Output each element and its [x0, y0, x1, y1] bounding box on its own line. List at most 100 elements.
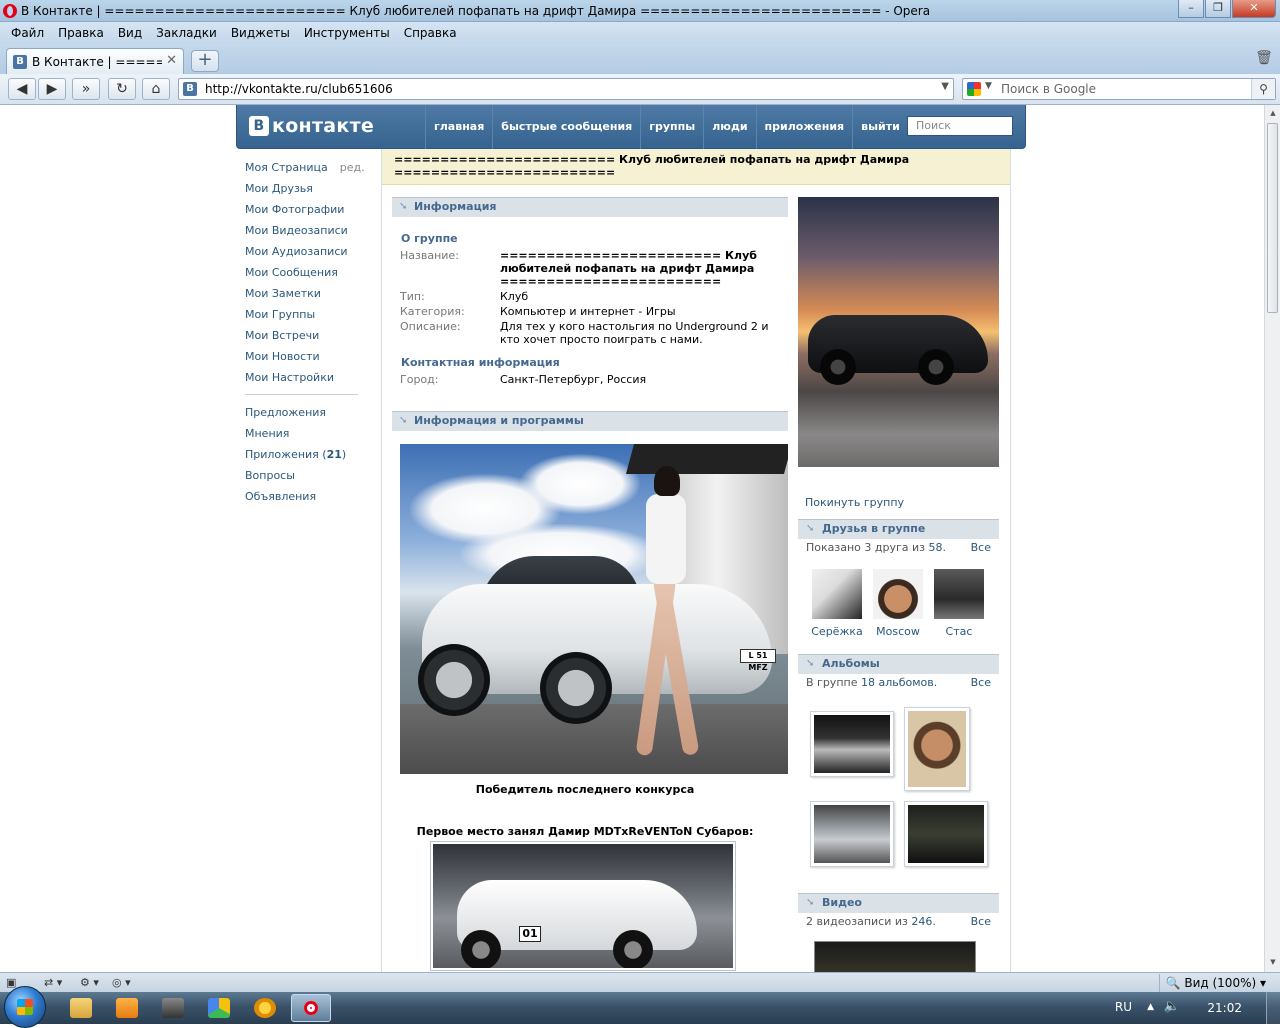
scrollbar-thumb[interactable] [1267, 123, 1278, 313]
new-tab-button[interactable]: + [191, 50, 219, 72]
my-page-link[interactable]: Моя Страница [245, 161, 328, 174]
fast-forward-button[interactable]: » [72, 78, 100, 100]
menu-tools[interactable]: Инструменты [297, 26, 397, 40]
album-thumb[interactable] [810, 801, 894, 867]
friend-item[interactable]: Стас [931, 569, 987, 638]
menu-my-news[interactable]: Мои Новости [245, 346, 365, 367]
menu-apps[interactable]: Приложения (21) [245, 444, 365, 465]
minimize-button[interactable]: – [1178, 0, 1204, 18]
tab-vkontakte[interactable]: B В Контакте | ======... ✕ [6, 48, 184, 74]
nav-apps[interactable]: приложения [755, 105, 853, 149]
menu-my-page[interactable]: Моя Страница ред. [245, 157, 365, 178]
menu-help[interactable]: Справка [397, 26, 464, 40]
tray-expand-icon[interactable]: ▲ [1147, 1002, 1154, 1012]
maximize-button[interactable]: ❐ [1205, 0, 1231, 18]
movie-maker-icon[interactable] [162, 998, 184, 1018]
friends-all-link[interactable]: Все [971, 541, 991, 557]
menu-opinions[interactable]: Мнения [245, 423, 365, 444]
friend-avatar[interactable] [873, 569, 923, 619]
app-icon[interactable] [254, 998, 276, 1018]
album-thumb[interactable] [810, 711, 894, 777]
video-section-header[interactable]: ➘ Видео [798, 893, 999, 913]
edit-link[interactable]: ред. [340, 161, 365, 174]
trash-can-icon[interactable]: 🗑 [1254, 50, 1274, 70]
show-desktop-button[interactable] [1266, 992, 1280, 1024]
albums-all-link[interactable]: Все [971, 676, 991, 692]
menu-my-groups[interactable]: Мои Группы [245, 304, 365, 325]
menu-file[interactable]: Файл [4, 26, 51, 40]
menu-my-settings[interactable]: Мои Настройки [245, 367, 365, 388]
clock[interactable]: 21:02 [1207, 1001, 1242, 1015]
search-icon[interactable]: ⚲ [1251, 79, 1275, 99]
nav-home[interactable]: главная [425, 105, 492, 149]
group-avatar[interactable] [798, 197, 999, 467]
video-all-link[interactable]: Все [971, 915, 991, 931]
nav-logout[interactable]: выйти [852, 105, 908, 149]
nav-people[interactable]: люди [703, 105, 755, 149]
opera-taskbar-button[interactable] [291, 994, 331, 1022]
zoom-level[interactable]: 🔍 Вид (100%) ▾ [1158, 974, 1272, 992]
menu-questions[interactable]: Вопросы [245, 465, 365, 486]
explorer-icon[interactable] [70, 998, 92, 1018]
scroll-down-icon[interactable]: ▼ [1268, 958, 1278, 968]
nav-quick-messages[interactable]: быстрые сообщения [492, 105, 640, 149]
menu-my-events[interactable]: Мои Встречи [245, 325, 365, 346]
friends-total-link[interactable]: 58 [929, 541, 943, 554]
turbo-icon[interactable]: ⚙ ▾ [80, 975, 99, 991]
album-thumb[interactable] [904, 707, 970, 791]
friend-avatar[interactable] [812, 569, 862, 619]
language-indicator[interactable]: RU [1115, 1000, 1132, 1014]
back-button[interactable]: ◀ [8, 78, 36, 100]
google-search-field[interactable]: ▼ Поиск в Google ⚲ [962, 78, 1276, 100]
drive-icon[interactable] [208, 998, 230, 1018]
media-player-icon[interactable] [116, 998, 138, 1018]
leave-group-link[interactable]: Покинуть группу [805, 496, 904, 509]
menu-my-messages[interactable]: Мои Сообщения [245, 262, 365, 283]
address-dropdown-icon[interactable]: ▼ [941, 81, 949, 92]
vk-search-input[interactable]: Поиск [907, 116, 1013, 136]
nav-groups[interactable]: группы [640, 105, 703, 149]
start-button[interactable] [4, 986, 46, 1028]
friend-item[interactable]: Серёжка [809, 569, 865, 638]
unite-icon[interactable]: ◎ ▾ [112, 975, 131, 991]
first-place-photo[interactable]: 01 [430, 841, 736, 971]
friend-name[interactable]: Moscow [870, 625, 926, 638]
friend-item[interactable]: Moscow [870, 569, 926, 638]
friend-name[interactable]: Стас [931, 625, 987, 638]
contest-winner-photo[interactable]: L 51 MFZ [400, 444, 788, 774]
search-engine-dropdown-icon[interactable]: ▼ [985, 81, 992, 91]
menu-view[interactable]: Вид [111, 26, 149, 40]
scroll-up-icon[interactable]: ▲ [1268, 109, 1278, 119]
menu-my-notes[interactable]: Мои Заметки [245, 283, 365, 304]
menu-edit[interactable]: Правка [51, 26, 111, 40]
vk-logo[interactable]: B контакте [249, 115, 374, 137]
programs-section-header[interactable]: ➘ Информация и программы [392, 411, 788, 431]
tab-close-icon[interactable]: ✕ [166, 53, 177, 68]
albums-count-link[interactable]: 18 альбомов. [861, 676, 937, 689]
address-url[interactable]: http://vkontakte.ru/club651606 [205, 82, 393, 96]
menu-offers[interactable]: Предложения [245, 402, 365, 423]
address-bar[interactable]: B http://vkontakte.ru/club651606 ▼ [178, 78, 954, 100]
opera-logo-icon[interactable] [3, 4, 17, 18]
menu-ads[interactable]: Объявления [245, 486, 365, 507]
home-button[interactable]: ⌂ [142, 78, 170, 100]
friend-name[interactable]: Серёжка [809, 625, 865, 638]
video-thumb[interactable] [814, 941, 976, 972]
friends-section-header[interactable]: ➘ Друзья в группе [798, 519, 999, 539]
close-window-button[interactable]: ✕ [1232, 0, 1276, 18]
info-section-header[interactable]: ➘ Информация [392, 197, 788, 217]
menu-my-videos[interactable]: Мои Видеозаписи [245, 220, 365, 241]
albums-section-header[interactable]: ➘ Альбомы [798, 654, 999, 674]
menu-my-audio[interactable]: Мои Аудиозаписи [245, 241, 365, 262]
google-icon[interactable] [967, 82, 981, 96]
video-total-link[interactable]: 246. [911, 915, 936, 928]
reload-button[interactable]: ↻ [108, 78, 136, 100]
page-scrollbar[interactable]: ▲ ▼ [1264, 105, 1280, 972]
menu-widgets[interactable]: Виджеты [224, 26, 297, 40]
menu-bookmarks[interactable]: Закладки [149, 26, 224, 40]
menu-my-photos[interactable]: Мои Фотографии [245, 199, 365, 220]
forward-button[interactable]: ▶ [38, 78, 66, 100]
volume-icon[interactable]: 🔈 [1164, 999, 1180, 1014]
menu-my-friends[interactable]: Мои Друзья [245, 178, 365, 199]
friend-avatar[interactable] [934, 569, 984, 619]
